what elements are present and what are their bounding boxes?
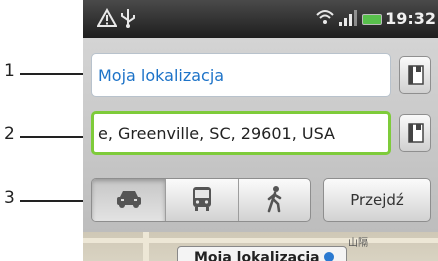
destination-field[interactable]: e, Greenville, SC, 29601, USA bbox=[91, 111, 391, 155]
travel-mode-selector bbox=[91, 178, 311, 222]
car-mode-button[interactable] bbox=[92, 179, 165, 221]
location-balloon-label: Moja lokalizacja bbox=[194, 250, 320, 261]
pedestrian-icon bbox=[265, 185, 285, 217]
map-view[interactable]: 山隔 Moja lokalizacja bbox=[83, 232, 438, 261]
callout-number: 3 bbox=[4, 188, 15, 208]
usb-icon bbox=[119, 8, 137, 34]
phone-screen: 19:32 Moja lokalizacja e, Greenville, SC… bbox=[83, 0, 438, 261]
warning-triangle-icon bbox=[96, 7, 118, 34]
location-pin-icon bbox=[323, 252, 334, 261]
callout-line bbox=[20, 73, 86, 75]
battery-icon bbox=[362, 14, 382, 25]
contact-book-icon bbox=[408, 123, 424, 147]
map-road bbox=[83, 238, 438, 243]
go-button[interactable]: Przejdź bbox=[323, 178, 431, 222]
location-balloon[interactable]: Moja lokalizacja bbox=[177, 246, 347, 261]
directions-panel: Moja lokalizacja e, Greenville, SC, 2960… bbox=[83, 38, 438, 232]
contact-book-icon bbox=[408, 65, 424, 89]
destination-contacts-button[interactable] bbox=[399, 114, 431, 152]
wifi-icon bbox=[315, 8, 335, 32]
map-street-label: 山隔 bbox=[348, 238, 368, 249]
clock: 19:32 bbox=[385, 9, 436, 28]
car-icon bbox=[115, 189, 143, 213]
status-bar: 19:32 bbox=[83, 0, 438, 38]
callout-number: 2 bbox=[4, 124, 15, 144]
start-location-field[interactable]: Moja lokalizacja bbox=[91, 53, 391, 97]
map-road bbox=[143, 232, 149, 261]
walking-mode-button[interactable] bbox=[238, 179, 310, 221]
bus-icon bbox=[190, 186, 214, 216]
callout-line bbox=[20, 136, 86, 138]
callout-line bbox=[20, 200, 86, 202]
destination-value: e, Greenville, SC, 29601, USA bbox=[98, 124, 335, 143]
start-contacts-button[interactable] bbox=[399, 56, 431, 94]
callout-number: 1 bbox=[4, 61, 15, 81]
transit-mode-button[interactable] bbox=[165, 179, 238, 221]
signal-icon bbox=[339, 10, 359, 26]
